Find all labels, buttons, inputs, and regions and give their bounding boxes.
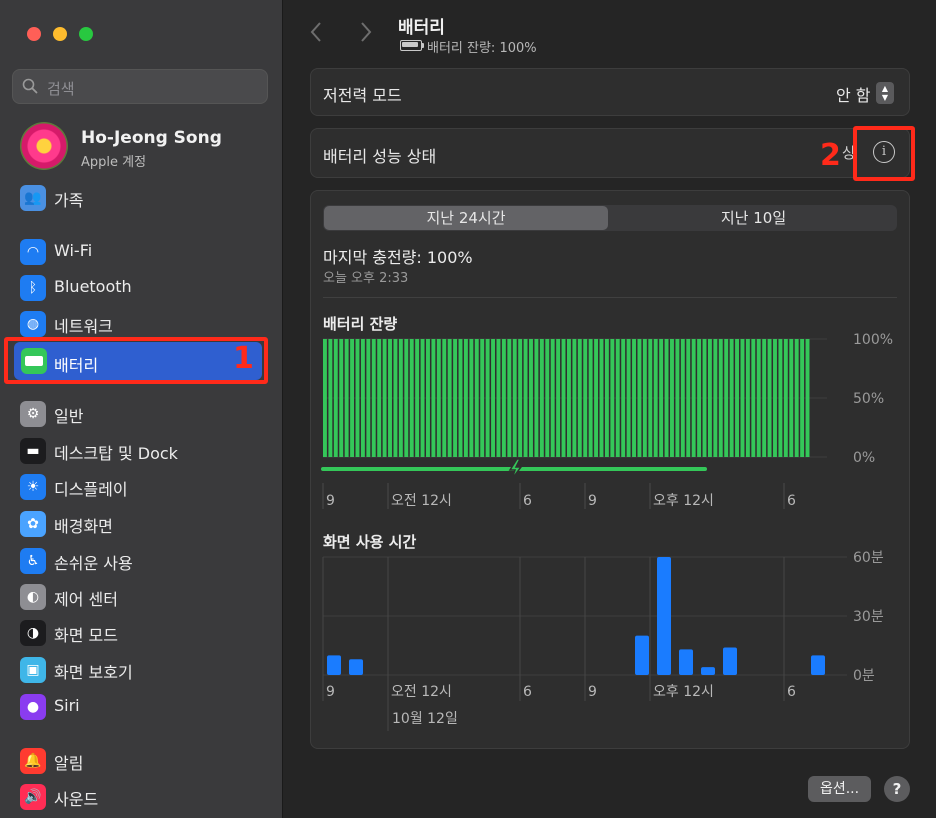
avatar: [20, 122, 68, 170]
screen-x-tick: 오전 12시: [391, 684, 452, 700]
sidebar-item-6[interactable]: ⚙ 일반: [20, 398, 270, 428]
sidebar-item-label: 배경화면: [54, 517, 113, 536]
network-globe-icon: ◍: [20, 311, 46, 337]
screen-time-bar: [679, 649, 693, 675]
sidebar-item-label: 제어 센터: [54, 590, 118, 609]
zoom-window-button[interactable]: [79, 27, 93, 41]
screen-x-tick: 6: [523, 684, 532, 700]
screen-time-bar: [811, 655, 825, 675]
sidebar-item-label: 알림: [54, 754, 84, 773]
minimize-window-button[interactable]: [53, 27, 67, 41]
siri-icon: ●: [20, 694, 46, 720]
screen-time-bar: [327, 655, 341, 675]
sidebar-item-label: 가족: [54, 191, 84, 210]
dock-icon: ▬: [20, 438, 46, 464]
toggles-icon: ◐: [20, 584, 46, 610]
low-power-mode-row: 저전력 모드 안 함 ▲ ▼: [310, 68, 910, 116]
sidebar-item-label: 데스크탑 및 Dock: [54, 444, 178, 463]
low-power-label: 저전력 모드: [323, 86, 402, 105]
screensaver-icon: ▣: [20, 657, 46, 683]
speaker-icon: 🔊: [20, 784, 46, 810]
sidebar-item-12[interactable]: ◑ 화면 모드: [20, 617, 270, 647]
user-subtitle: Apple 계정: [81, 155, 147, 170]
apple-account-item[interactable]: Ho-Jeong Song Apple 계정: [20, 122, 270, 174]
sidebar-item-label: 일반: [54, 407, 84, 426]
back-chevron-icon[interactable]: [309, 20, 323, 44]
search-placeholder: 검색: [47, 80, 75, 98]
screen-x-tick: 6: [787, 684, 796, 700]
page-subtitle: 배터리 잔량: 100%: [427, 41, 537, 56]
family-icon: 👥: [20, 185, 46, 211]
screen-x-tick: 9: [588, 684, 597, 700]
usage-card: 지난 24시간 지난 10일 마지막 충전량: 100% 오늘 오후 2:33 …: [310, 190, 910, 749]
sidebar-item-label: 화면 모드: [54, 626, 118, 645]
sidebar-item-label: Bluetooth: [54, 277, 132, 296]
battery-status-icon: [400, 40, 424, 51]
flower-icon: ✿: [20, 511, 46, 537]
system-settings-window: 검색 Ho-Jeong Song Apple 계정 👥 가족 ◠ Wi-Fi ᛒ Blue…: [0, 0, 936, 818]
appearance-icon: ◑: [20, 620, 46, 646]
options-button[interactable]: 옵션...: [808, 776, 871, 802]
screen-y-tick: 0분: [853, 668, 875, 684]
main-content: 배터리 배터리 잔량: 100% 저전력 모드 안 함 ▲ ▼ 배터리 성능 상태…: [283, 0, 936, 818]
sidebar-item-8[interactable]: ☀ 디스플레이: [20, 471, 270, 501]
sidebar-item-2[interactable]: ◠ Wi-Fi: [20, 236, 270, 266]
page-title: 배터리: [398, 18, 445, 38]
gear-icon: ⚙: [20, 401, 46, 427]
screen-time-bar: [635, 635, 649, 675]
screen-y-tick: 30분: [853, 609, 884, 625]
sidebar-item-14[interactable]: ● Siri: [20, 691, 270, 721]
annotation-number-2: 2: [820, 138, 841, 173]
annotation-box-2: [853, 126, 915, 181]
screen-time-bar: [349, 659, 363, 675]
screen-y-tick: 60분: [853, 550, 884, 566]
sidebar-item-9[interactable]: ✿ 배경화면: [20, 508, 270, 538]
close-window-button[interactable]: [27, 27, 41, 41]
bluetooth-icon: ᛒ: [20, 275, 46, 301]
bell-icon: 🔔: [20, 748, 46, 774]
sidebar-item-label: 디스플레이: [54, 480, 128, 499]
sidebar-item-7[interactable]: ▬ 데스크탑 및 Dock: [20, 435, 270, 465]
screen-time-bar: [723, 647, 737, 675]
popup-stepper-icon[interactable]: ▲ ▼: [876, 82, 894, 104]
sidebar-item-1[interactable]: 👥 가족: [20, 182, 270, 212]
sidebar-item-label: 네트워크: [54, 317, 113, 336]
search-icon: [22, 78, 38, 94]
sidebar-item-3[interactable]: ᛒ Bluetooth: [20, 272, 270, 302]
date-label: 10월 12일: [392, 711, 458, 727]
battery-health-label: 배터리 성능 상태: [323, 147, 437, 166]
forward-chevron-icon[interactable]: [359, 20, 373, 44]
sidebar-item-4[interactable]: ◍ 네트워크: [20, 308, 270, 338]
sidebar-item-15[interactable]: 🔔 알림: [20, 745, 270, 775]
sidebar-item-16[interactable]: 🔊 사운드: [20, 781, 270, 811]
screen-x-tick: 9: [326, 684, 335, 700]
accessibility-icon: ♿: [20, 548, 46, 574]
annotation-box-1: [4, 337, 268, 384]
sidebar-item-label: Wi-Fi: [54, 241, 93, 260]
wifi-icon: ◠: [20, 239, 46, 265]
annotation-number-1: 1: [233, 341, 254, 376]
sidebar-item-10[interactable]: ♿ 손쉬운 사용: [20, 545, 270, 575]
screen-x-tick: 오후 12시: [653, 684, 714, 700]
user-name: Ho-Jeong Song: [81, 128, 222, 148]
low-power-value[interactable]: 안 함: [836, 82, 871, 106]
sidebar-item-11[interactable]: ◐ 제어 센터: [20, 581, 270, 611]
help-button[interactable]: ?: [884, 776, 910, 802]
sidebar-item-label: 사운드: [54, 790, 99, 809]
screen-time-bar: [701, 667, 715, 675]
search-input[interactable]: 검색: [12, 69, 268, 104]
sidebar-item-label: Siri: [54, 696, 80, 715]
screen-time-bar: [657, 557, 671, 675]
screen-time-chart: 60분 30분 0분 9 오전 12시 6 9 오후 12시 6 10월 12일: [322, 550, 884, 731]
sidebar: 검색 Ho-Jeong Song Apple 계정 👥 가족 ◠ Wi-Fi ᛒ Blue…: [0, 0, 283, 818]
sidebar-item-13[interactable]: ▣ 화면 보호기: [20, 654, 270, 684]
sidebar-item-label: 화면 보호기: [54, 663, 133, 682]
sidebar-item-label: 손쉬운 사용: [54, 554, 133, 573]
sun-icon: ☀: [20, 474, 46, 500]
